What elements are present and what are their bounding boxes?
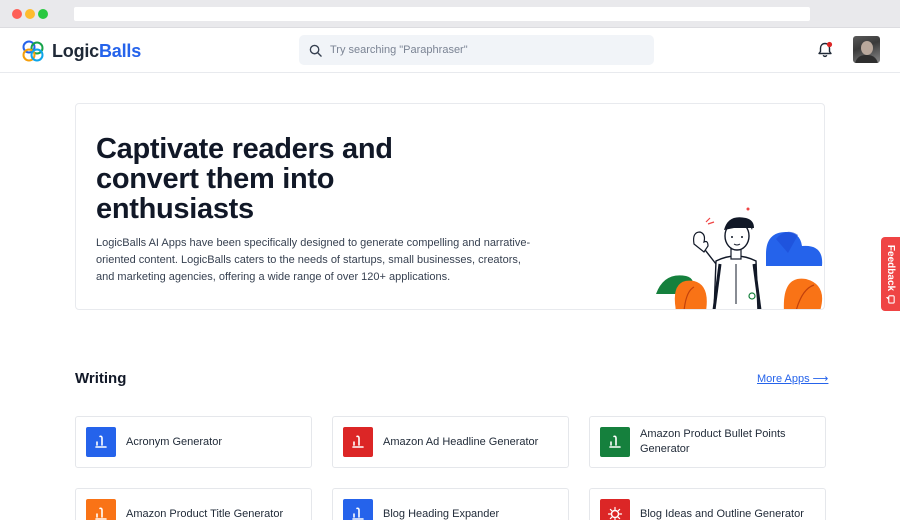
feedback-icon: [886, 294, 895, 304]
window-maximize-dot[interactable]: [38, 9, 48, 19]
app-card-label: Blog Ideas and Outline Generator: [640, 507, 804, 520]
search-input[interactable]: [330, 44, 630, 56]
site-header: LogicBalls: [0, 28, 900, 73]
hero-banner: Captivate readers and convert them into …: [75, 103, 825, 310]
hero-description: LogicBalls AI Apps have been specificall…: [96, 237, 531, 283]
logo-text-prefix: Logic: [52, 40, 99, 61]
app-card[interactable]: Blog Ideas and Outline Generator: [589, 488, 826, 520]
app-card-label: Amazon Product Title Generator: [126, 507, 284, 520]
write-icon: [343, 499, 373, 520]
more-apps-link[interactable]: More Apps ⟶: [757, 372, 828, 385]
notification-dot: [826, 41, 833, 48]
avatar[interactable]: [853, 36, 880, 63]
notification-bell-icon[interactable]: [816, 41, 834, 59]
app-card-label: Acronym Generator: [126, 435, 222, 448]
feedback-tab[interactable]: Feedback: [881, 237, 900, 311]
logo[interactable]: LogicBalls: [20, 38, 141, 64]
app-card-label: Amazon Ad Headline Generator: [383, 435, 539, 448]
section-title: Writing: [75, 370, 127, 387]
logo-text-suffix: Balls: [99, 40, 142, 61]
app-card[interactable]: Blog Heading Expander: [332, 488, 569, 520]
logo-icon: [22, 40, 44, 62]
app-card[interactable]: Acronym Generator: [75, 416, 312, 468]
address-bar[interactable]: [74, 7, 810, 21]
avatar-body: [855, 55, 878, 63]
window-close-dot[interactable]: [12, 9, 22, 19]
app-card[interactable]: Amazon Ad Headline Generator: [332, 416, 569, 468]
search-box[interactable]: [299, 35, 654, 65]
app-card-label: Blog Heading Expander: [383, 507, 500, 520]
hero-illustration: [656, 207, 823, 309]
app-card[interactable]: Amazon Product Title Generator: [75, 488, 312, 520]
app-card-label: Amazon Product Bullet Points Generator: [640, 428, 786, 455]
write-icon: [600, 427, 630, 457]
app-card[interactable]: Amazon Product Bullet Points Generator: [589, 416, 826, 468]
window-minimize-dot[interactable]: [25, 9, 35, 19]
write-icon: [86, 499, 116, 520]
logo-text: LogicBalls: [52, 41, 141, 62]
browser-chrome: [0, 0, 900, 28]
search-icon: [309, 44, 322, 57]
bulb-icon: [600, 499, 630, 520]
write-icon: [343, 427, 373, 457]
feedback-label: Feedback: [885, 244, 897, 291]
hero-title: Captivate readers and convert them into …: [96, 133, 393, 225]
write-icon: [86, 427, 116, 457]
avatar-face: [861, 41, 873, 55]
